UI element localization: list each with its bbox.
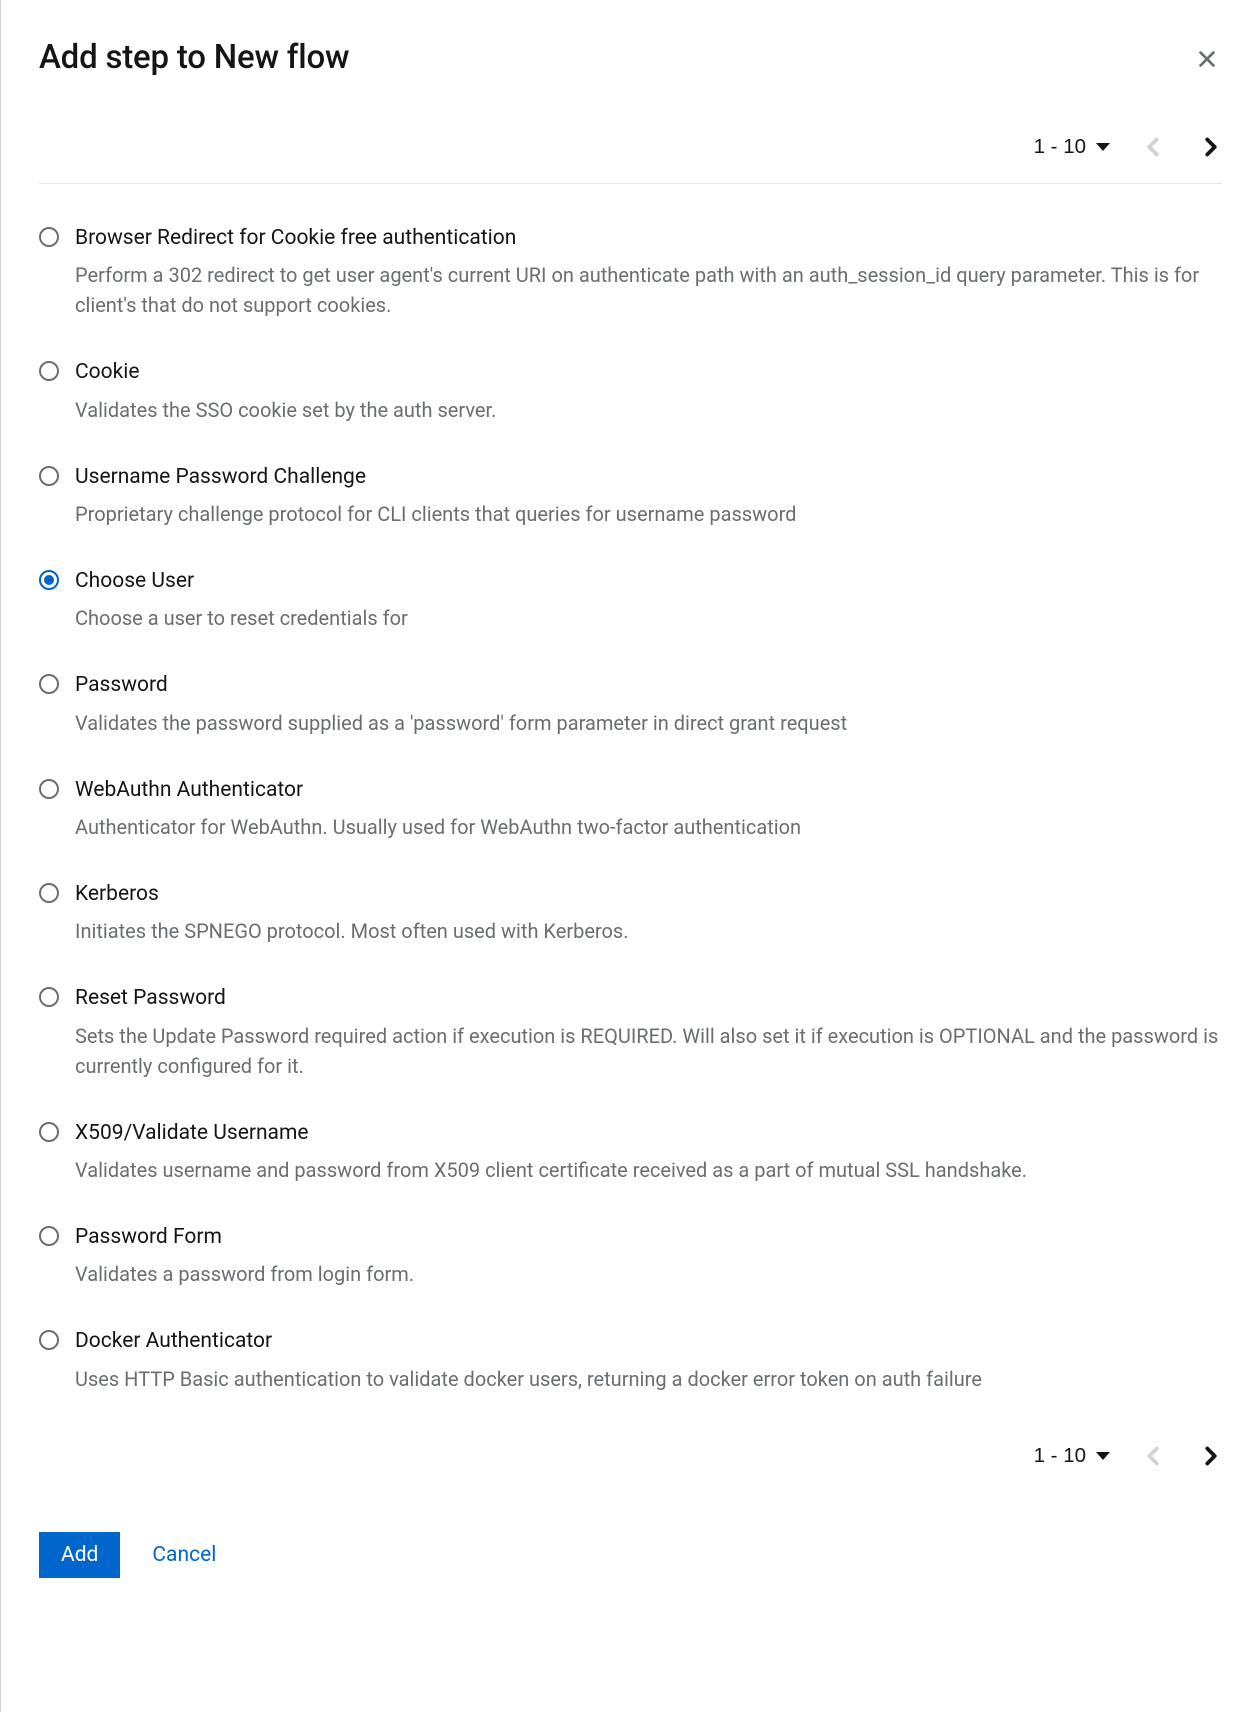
option-body: Username Password Challenge Proprietary c… — [75, 463, 1222, 529]
close-icon — [1196, 48, 1218, 70]
step-option[interactable]: Docker Authenticator Uses HTTP Basic auth… — [39, 1327, 1222, 1393]
radio-wrap — [39, 984, 59, 1007]
pagination-range-label: 1 - 10 — [1034, 135, 1086, 159]
modal-footer: Add Cancel — [39, 1532, 1222, 1578]
option-title: Reset Password — [75, 984, 1222, 1012]
option-description: Uses HTTP Basic authentication to valida… — [75, 1364, 1222, 1394]
option-title: Docker Authenticator — [75, 1327, 1222, 1355]
option-body: Cookie Validates the SSO cookie set by th… — [75, 358, 1222, 424]
radio-wrap — [39, 463, 59, 486]
pagination-top: 1 - 10 — [39, 133, 1222, 161]
step-option[interactable]: Browser Redirect for Cookie free authent… — [39, 224, 1222, 320]
pagination-range-dropdown[interactable]: 1 - 10 — [1034, 1444, 1110, 1468]
option-body: Password Form Validates a password from l… — [75, 1223, 1222, 1289]
option-title: Username Password Challenge — [75, 463, 1222, 491]
step-radio[interactable] — [39, 883, 59, 903]
cancel-button[interactable]: Cancel — [152, 1532, 216, 1578]
radio-wrap — [39, 776, 59, 799]
step-radio[interactable] — [39, 227, 59, 247]
step-option[interactable]: Password Form Validates a password from l… — [39, 1223, 1222, 1289]
option-title: Password — [75, 671, 1222, 699]
pagination-range-label: 1 - 10 — [1034, 1444, 1086, 1468]
add-button[interactable]: Add — [39, 1532, 120, 1578]
radio-wrap — [39, 1223, 59, 1246]
step-radio[interactable] — [39, 674, 59, 694]
step-radio[interactable] — [39, 779, 59, 799]
step-radio[interactable] — [39, 466, 59, 486]
option-body: WebAuthn Authenticator Authenticator for … — [75, 776, 1222, 842]
option-title: Password Form — [75, 1223, 1222, 1251]
option-body: Browser Redirect for Cookie free authent… — [75, 224, 1222, 320]
divider — [39, 183, 1222, 184]
close-button[interactable] — [1192, 44, 1222, 74]
pagination-prev-button[interactable] — [1142, 1442, 1164, 1470]
chevron-left-icon — [1146, 1446, 1160, 1466]
add-step-modal: Add step to New flow 1 - 10 Browser Redi… — [1, 0, 1260, 1610]
chevron-right-icon — [1204, 137, 1218, 157]
option-body: Kerberos Initiates the SPNEGO protocol. M… — [75, 880, 1222, 946]
step-option[interactable]: X509/Validate Username Validates username… — [39, 1119, 1222, 1185]
option-description: Validates the password supplied as a 'pa… — [75, 708, 1222, 738]
option-description: Validates username and password from X50… — [75, 1155, 1222, 1185]
option-title: WebAuthn Authenticator — [75, 776, 1222, 804]
step-option[interactable]: Reset Password Sets the Update Password r… — [39, 984, 1222, 1080]
step-radio[interactable] — [39, 987, 59, 1007]
step-option[interactable]: Username Password Challenge Proprietary c… — [39, 463, 1222, 529]
option-body: Docker Authenticator Uses HTTP Basic auth… — [75, 1327, 1222, 1393]
radio-wrap — [39, 880, 59, 903]
pagination-prev-button[interactable] — [1142, 133, 1164, 161]
caret-down-icon — [1096, 143, 1110, 151]
chevron-right-icon — [1204, 1446, 1218, 1466]
option-title: Kerberos — [75, 880, 1222, 908]
step-option[interactable]: Kerberos Initiates the SPNEGO protocol. M… — [39, 880, 1222, 946]
option-body: Password Validates the password supplied … — [75, 671, 1222, 737]
option-body: Choose User Choose a user to reset creden… — [75, 567, 1222, 633]
radio-wrap — [39, 671, 59, 694]
modal-header: Add step to New flow — [39, 38, 1222, 77]
step-option[interactable]: Password Validates the password supplied … — [39, 671, 1222, 737]
option-description: Sets the Update Password required action… — [75, 1021, 1222, 1081]
step-radio[interactable] — [39, 570, 59, 590]
radio-wrap — [39, 1119, 59, 1142]
step-radio[interactable] — [39, 1122, 59, 1142]
option-description: Initiates the SPNEGO protocol. Most ofte… — [75, 916, 1222, 946]
chevron-left-icon — [1146, 137, 1160, 157]
step-option[interactable]: Cookie Validates the SSO cookie set by th… — [39, 358, 1222, 424]
pagination-bottom: 1 - 10 — [39, 1442, 1222, 1470]
option-description: Validates a password from login form. — [75, 1259, 1222, 1289]
option-description: Choose a user to reset credentials for — [75, 603, 1222, 633]
pagination-nav — [1142, 1442, 1222, 1470]
option-body: Reset Password Sets the Update Password r… — [75, 984, 1222, 1080]
pagination-next-button[interactable] — [1200, 1442, 1222, 1470]
radio-wrap — [39, 224, 59, 247]
step-radio[interactable] — [39, 1226, 59, 1246]
radio-wrap — [39, 1327, 59, 1350]
pagination-next-button[interactable] — [1200, 133, 1222, 161]
step-option[interactable]: Choose User Choose a user to reset creden… — [39, 567, 1222, 633]
option-description: Perform a 302 redirect to get user agent… — [75, 260, 1222, 320]
option-title: Browser Redirect for Cookie free authent… — [75, 224, 1222, 252]
caret-down-icon — [1096, 1452, 1110, 1460]
radio-wrap — [39, 567, 59, 590]
option-description: Authenticator for WebAuthn. Usually used… — [75, 812, 1222, 842]
step-option[interactable]: WebAuthn Authenticator Authenticator for … — [39, 776, 1222, 842]
modal-title: Add step to New flow — [39, 38, 349, 77]
option-title: Cookie — [75, 358, 1222, 386]
step-radio[interactable] — [39, 1330, 59, 1350]
option-description: Validates the SSO cookie set by the auth… — [75, 395, 1222, 425]
step-radio[interactable] — [39, 361, 59, 381]
step-option-list: Browser Redirect for Cookie free authent… — [39, 224, 1222, 1394]
option-body: X509/Validate Username Validates username… — [75, 1119, 1222, 1185]
pagination-range-dropdown[interactable]: 1 - 10 — [1034, 135, 1110, 159]
option-description: Proprietary challenge protocol for CLI c… — [75, 499, 1222, 529]
option-title: Choose User — [75, 567, 1222, 595]
option-title: X509/Validate Username — [75, 1119, 1222, 1147]
radio-wrap — [39, 358, 59, 381]
pagination-nav — [1142, 133, 1222, 161]
